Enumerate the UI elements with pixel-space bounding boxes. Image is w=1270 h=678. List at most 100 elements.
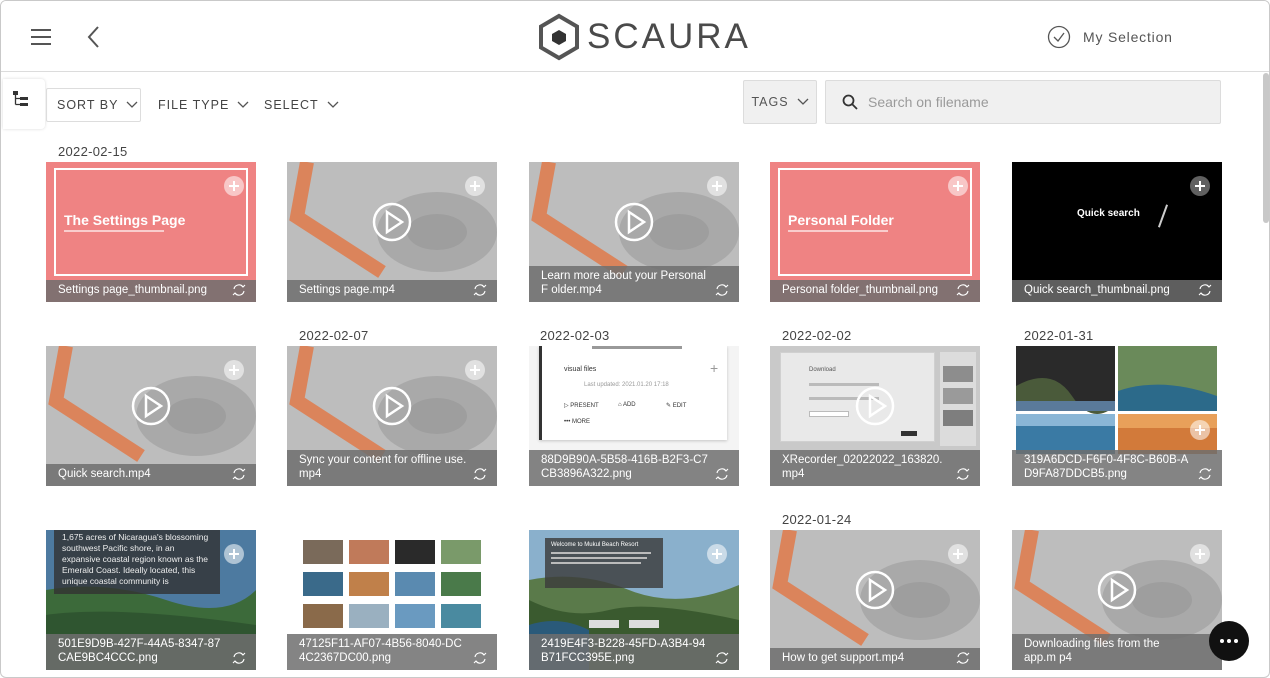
check-circle-icon [1047, 25, 1071, 49]
file-caption: Quick search_thumbnail.png [1012, 280, 1222, 302]
add-to-selection-icon[interactable] [465, 176, 485, 196]
present-label: PRESENT [570, 403, 599, 409]
collection-title: visual files [564, 366, 597, 373]
file-card[interactable]: 319A6DCD-F6F0-4F8C-B60B-A D9FA87DDCB5.pn… [1012, 346, 1222, 486]
collection-updated: Last updated: 2021.01.20 17:18 [584, 382, 669, 388]
chevron-down-icon [797, 98, 809, 105]
chevron-down-icon [126, 101, 138, 108]
date-label: 2022-01-31 [1024, 328, 1094, 343]
my-selection-button[interactable]: My Selection [1047, 25, 1173, 49]
file-card[interactable]: Learn more about your Personal F older.m… [529, 162, 739, 302]
file-caption: Learn more about your Personal F older.m… [529, 266, 739, 302]
file-card[interactable]: Download XRecorder_02022022_163820. mp4 [770, 346, 980, 486]
add-to-selection-icon[interactable] [224, 176, 244, 196]
hamburger-menu-button[interactable] [29, 25, 55, 47]
file-caption: Settings page_thumbnail.png [46, 280, 256, 302]
resort-title: Welcome to Mukul Beach Resort [551, 542, 639, 548]
sync-icon [956, 468, 970, 480]
file-caption: Downloading files from the app.m p4 [1012, 634, 1222, 670]
file-card[interactable]: Downloading files from the app.m p4 [1012, 530, 1222, 670]
play-icon[interactable] [1097, 570, 1137, 610]
play-icon[interactable] [614, 202, 654, 242]
slide-title: The Settings Page [64, 212, 186, 228]
search-box[interactable] [825, 80, 1221, 124]
back-arrow-icon[interactable] [83, 23, 105, 51]
file-caption: How to get support.mp4 [770, 648, 980, 670]
file-card[interactable]: 47125F11-AF07-4B56-8040-DC 4C2367DC00.pn… [287, 530, 497, 670]
file-card[interactable]: visual files Last updated: 2021.01.20 17… [529, 346, 739, 486]
file-card[interactable]: 1,675 acres of Nicaragua's blossoming so… [46, 530, 256, 670]
file-type-dropdown[interactable]: FILE TYPE [158, 88, 249, 122]
add-to-selection-icon[interactable] [224, 544, 244, 564]
file-caption: 319A6DCD-F6F0-4F8C-B60B-A D9FA87DDCB5.pn… [1012, 450, 1222, 486]
file-name: Quick search.mp4 [58, 468, 151, 480]
file-card[interactable]: Quick search Quick search_thumbnail.png [1012, 162, 1222, 302]
file-name: 88D9B90A-5B58-416B-B2F3-C7 CB3896A322.pn… [541, 454, 708, 480]
file-card[interactable]: Sync your content for offline use. mp4 [287, 346, 497, 486]
app-window: SCAURA My Selection SORT BY FILE TYPE SE… [0, 0, 1270, 678]
add-to-selection-icon[interactable] [707, 544, 727, 564]
file-name: Sync your content for offline use. mp4 [299, 454, 467, 480]
play-icon[interactable] [131, 386, 171, 426]
logo-text: SCAURA [587, 17, 751, 56]
folder-tree-icon [13, 91, 28, 106]
file-caption: 47125F11-AF07-4B56-8040-DC 4C2367DC00.pn… [287, 634, 497, 670]
scaura-logo: SCAURA [537, 12, 751, 62]
file-card[interactable]: The Settings Page Settings page_thumbnai… [46, 162, 256, 302]
slide-title: Personal Folder [788, 212, 894, 228]
search-input[interactable] [868, 94, 1198, 110]
sort-by-dropdown[interactable]: SORT BY [46, 88, 141, 122]
search-icon [842, 94, 858, 110]
sync-icon [473, 284, 487, 296]
date-label: 2022-02-07 [299, 328, 369, 343]
dot-icon [1234, 639, 1238, 643]
scrollbar[interactable] [1263, 73, 1269, 223]
play-icon[interactable] [855, 570, 895, 610]
date-label: 2022-02-02 [782, 328, 852, 343]
sync-icon [473, 468, 487, 480]
file-name: XRecorder_02022022_163820. mp4 [782, 454, 943, 480]
select-dropdown[interactable]: SELECT [264, 88, 339, 122]
file-name: Settings page.mp4 [299, 284, 395, 296]
file-card[interactable]: Quick search.mp4 [46, 346, 256, 486]
add-to-selection-icon[interactable] [1190, 420, 1210, 440]
play-icon[interactable] [855, 386, 895, 426]
file-caption: Sync your content for offline use. mp4 [287, 450, 497, 486]
add-to-selection-icon[interactable] [948, 544, 968, 564]
sync-icon [232, 284, 246, 296]
edit-label: EDIT [672, 403, 687, 409]
slide-title: Quick search [1077, 208, 1140, 219]
add-to-selection-icon[interactable] [1190, 176, 1210, 196]
chevron-down-icon [237, 101, 249, 108]
more-options-button[interactable] [1209, 621, 1249, 661]
file-name: Quick search_thumbnail.png [1024, 284, 1170, 296]
file-caption: 88D9B90A-5B58-416B-B2F3-C7 CB3896A322.pn… [529, 450, 739, 486]
add-to-selection-icon[interactable] [224, 360, 244, 380]
play-icon[interactable] [372, 202, 412, 242]
date-label: 2022-02-15 [58, 144, 128, 159]
file-card[interactable]: Welcome to Mukul Beach Resort 2419E4F3-B… [529, 530, 739, 670]
file-caption: XRecorder_02022022_163820. mp4 [770, 450, 980, 486]
date-label: 2022-01-24 [782, 512, 852, 527]
file-card[interactable]: How to get support.mp4 [770, 530, 980, 670]
add-to-selection-icon[interactable] [465, 360, 485, 380]
sync-icon [715, 468, 729, 480]
play-icon[interactable] [372, 386, 412, 426]
add-to-selection-icon[interactable] [948, 176, 968, 196]
file-name: Settings page_thumbnail.png [58, 284, 207, 296]
file-caption: Quick search.mp4 [46, 464, 256, 486]
tags-dropdown[interactable]: TAGS [743, 80, 817, 124]
file-card[interactable]: Settings page.mp4 [287, 162, 497, 302]
folder-tree-toggle[interactable] [3, 79, 45, 129]
sync-icon [956, 284, 970, 296]
date-label: 2022-02-03 [540, 328, 610, 343]
add-to-selection-icon[interactable] [1190, 544, 1210, 564]
file-card[interactable]: Personal Folder Personal folder_thumbnai… [770, 162, 980, 302]
top-header: SCAURA My Selection [1, 1, 1269, 72]
tags-label: TAGS [751, 95, 789, 109]
sync-icon [956, 652, 970, 664]
add-to-selection-icon[interactable] [707, 176, 727, 196]
my-selection-label: My Selection [1083, 29, 1173, 45]
sort-by-label: SORT BY [57, 98, 119, 112]
file-name: Learn more about your Personal F older.m… [541, 270, 706, 296]
